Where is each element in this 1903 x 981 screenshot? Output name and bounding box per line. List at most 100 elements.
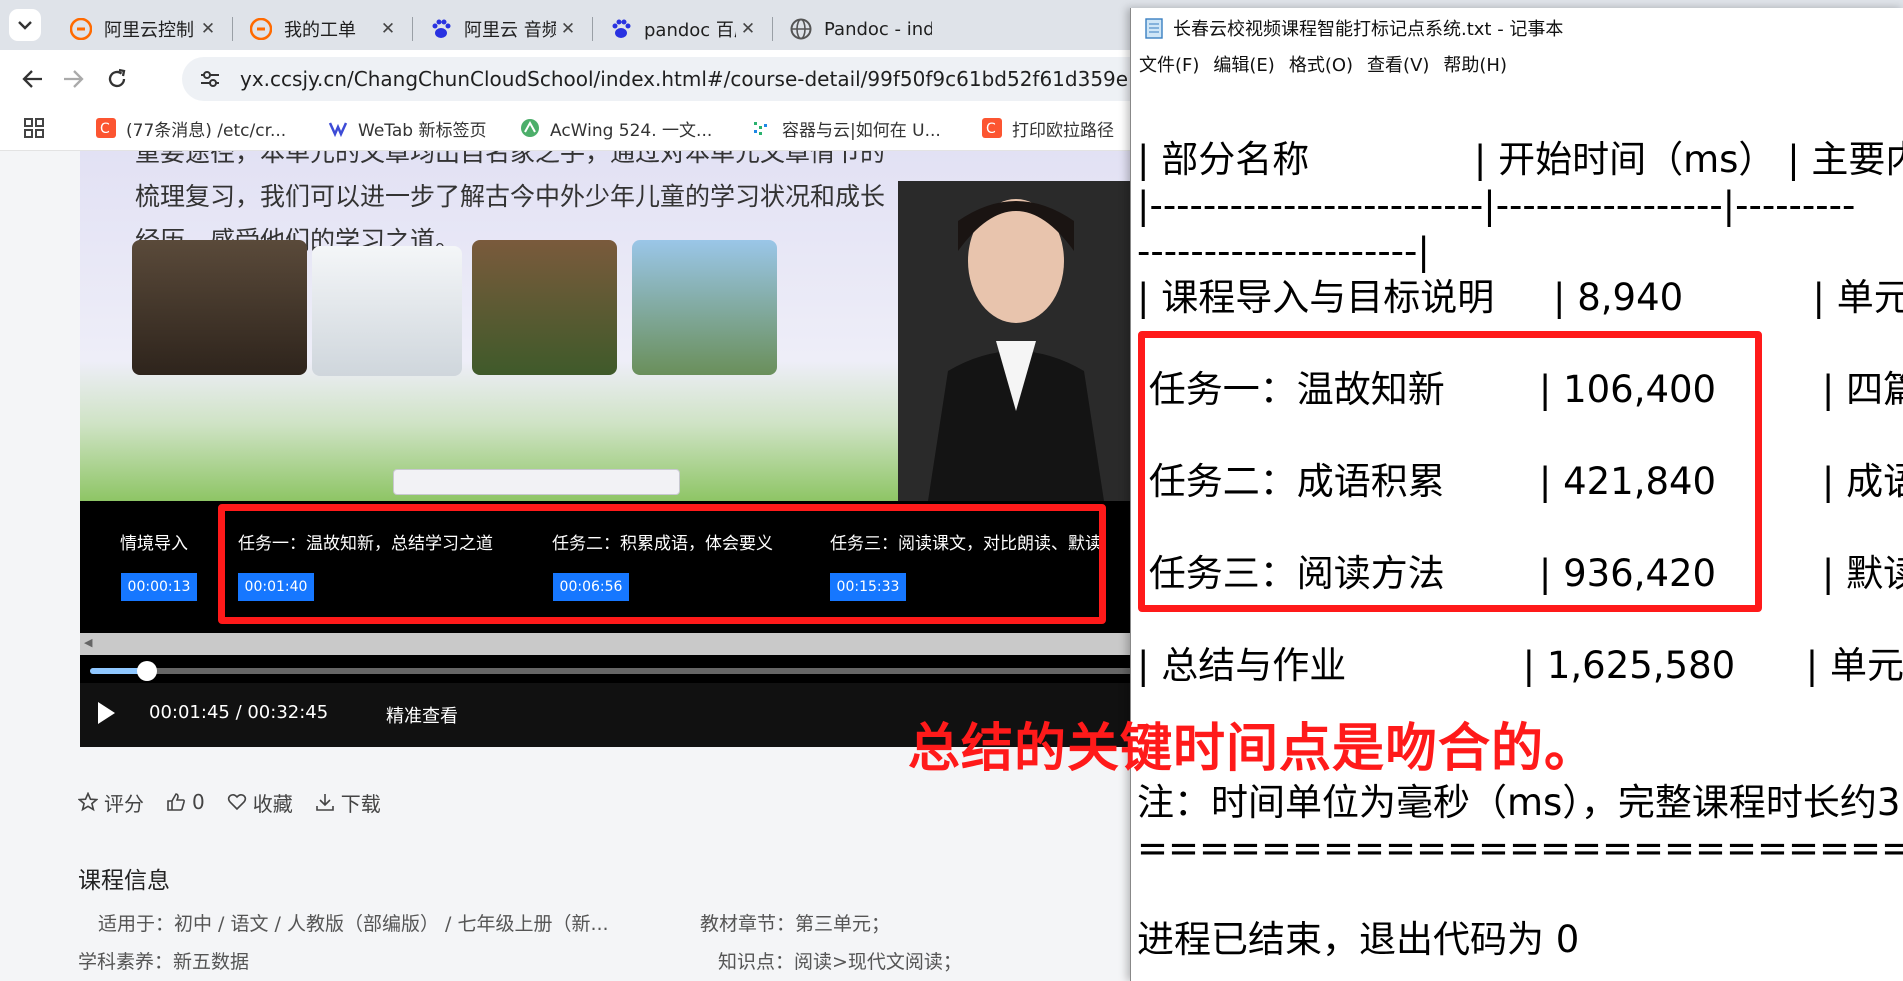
text-line: | 部分名称 | 开始时间（ms） | 主要内容 xyxy=(1137,138,1903,181)
baidu-paw-icon xyxy=(612,19,631,38)
download-label: 下载 xyxy=(340,791,381,816)
svg-text:C: C xyxy=(986,121,996,137)
text-line: 进程已结束，退出代码为 0 xyxy=(1137,918,1580,961)
progress-handle[interactable] xyxy=(137,661,157,681)
aliyun-icon xyxy=(250,18,272,40)
video-frame[interactable]: 重要途径，本单元的文章均出自名家之手，通过对本单元文章情节的 梳理复习，我们可以… xyxy=(80,151,1160,501)
slide-line: 重要途径，本单元的文章均出自名家之手，通过对本单元文章情节的 xyxy=(135,151,886,167)
reload-button[interactable] xyxy=(100,62,134,96)
rate-button[interactable]: 评分 xyxy=(78,788,144,817)
apps-grid-icon xyxy=(24,118,44,138)
literacy-info: 学科素养：新五数据 xyxy=(78,951,250,973)
bookmark-label: 打印欧拉路径 xyxy=(1012,120,1114,141)
apps-button[interactable] xyxy=(24,114,44,142)
close-icon[interactable]: ✕ xyxy=(196,19,220,39)
rate-label: 评分 xyxy=(104,791,144,816)
scroll-left-icon[interactable]: ◀ xyxy=(84,636,100,652)
play-icon[interactable] xyxy=(98,702,115,724)
favorite-button[interactable]: 收藏 xyxy=(227,788,293,817)
tab-label: 我的工单 xyxy=(284,20,356,41)
text-line: |-------------------------|-------------… xyxy=(1137,184,1856,227)
bar-chart-icon xyxy=(754,122,767,135)
close-icon[interactable]: ✕ xyxy=(556,19,580,39)
bookmark-acwing[interactable]: AcWing 524. 一文... xyxy=(520,114,712,142)
text-line: ---------------------| xyxy=(1137,230,1430,273)
bookmark-csdn-etc[interactable]: C (77条消息) /etc/cr... xyxy=(96,114,286,142)
bookmark-label: WeTab 新标签页 xyxy=(358,120,487,141)
slide-image-scholar xyxy=(132,240,307,375)
progress-track[interactable] xyxy=(90,668,1160,674)
star-icon xyxy=(78,792,98,812)
tab-pandoc-index[interactable]: Pandoc - ind xyxy=(772,8,932,50)
slide-image-students xyxy=(632,240,777,375)
text-line: 注：时间单位为毫秒（ms），完整课程时长约32 xyxy=(1137,781,1903,824)
slide-line: 梳理复习，我们可以进一步了解古今中外少年儿童的学习状况和成长 xyxy=(135,182,886,211)
text-line: | 总结与作业 | 1,625,580 | 单元知识 xyxy=(1137,644,1903,687)
chapter-time-button[interactable]: 00:00:13 xyxy=(121,573,197,601)
forward-button[interactable] xyxy=(56,62,90,96)
tab-pandoc-baidu[interactable]: pandoc 百度 ✕ xyxy=(592,8,772,50)
knowledge-info: 知识点：阅读>现代文阅读； xyxy=(718,951,962,973)
slide-annotation-toolbar xyxy=(393,469,680,495)
arrow-left-icon xyxy=(22,70,42,88)
teacher-figure xyxy=(898,181,1160,501)
tab-aliyun-console[interactable]: 阿里云控制台 ✕ xyxy=(52,8,232,50)
menu-help[interactable]: 帮助(H) xyxy=(1443,51,1507,77)
favorite-label: 收藏 xyxy=(252,791,293,816)
aliyun-icon xyxy=(70,18,92,40)
globe-icon xyxy=(790,18,812,40)
menu-view[interactable]: 查看(V) xyxy=(1367,51,1429,77)
slide-image-girl xyxy=(472,240,617,375)
video-player[interactable]: 重要途径，本单元的文章均出自名家之手，通过对本单元文章情节的 梳理复习，我们可以… xyxy=(80,151,1160,747)
slide-image-landscape xyxy=(312,246,462,376)
progress-bar[interactable] xyxy=(80,655,1160,683)
bookmark-euler-path[interactable]: C 打印欧拉路径 xyxy=(982,114,1114,142)
text-line: ================================ xyxy=(1137,827,1903,870)
back-button[interactable] xyxy=(16,62,50,96)
chevron-down-icon xyxy=(18,21,32,30)
like-button[interactable]: 0 xyxy=(166,790,205,814)
tab-aliyun-audio[interactable]: 阿里云 音频文 ✕ xyxy=(412,8,592,50)
chapter-scrollbar[interactable]: ◀ xyxy=(80,633,1160,655)
close-icon[interactable]: ✕ xyxy=(736,19,760,39)
bookmark-label: 容器与云|如何在 U... xyxy=(782,120,941,141)
download-icon xyxy=(315,794,334,811)
menu-format[interactable]: 格式(O) xyxy=(1289,51,1353,77)
tab-label: 阿里云控制台 xyxy=(104,20,196,41)
thumbs-up-icon xyxy=(167,793,185,811)
tab-label: 阿里云 音频文 xyxy=(464,20,556,41)
bookmark-container-cloud[interactable]: 容器与云|如何在 U... xyxy=(752,114,941,142)
menu-file[interactable]: 文件(F) xyxy=(1139,51,1199,77)
precise-view-button[interactable]: 精准查看 xyxy=(386,702,458,728)
site-info-icon[interactable] xyxy=(198,67,222,91)
highlight-box xyxy=(1138,331,1762,612)
heart-icon xyxy=(227,793,246,811)
close-icon[interactable]: ✕ xyxy=(376,19,400,39)
like-count: 0 xyxy=(192,790,205,814)
time-display: 00:01:45 / 00:32:45 xyxy=(149,702,329,723)
notepad-menubar: 文件(F) 编辑(E) 格式(O) 查看(V) 帮助(H) xyxy=(1131,48,1903,80)
wetab-icon xyxy=(328,122,348,138)
baidu-paw-icon xyxy=(432,19,451,38)
bookmark-wetab[interactable]: WeTab 新标签页 xyxy=(328,114,486,142)
highlight-box xyxy=(218,504,1106,624)
url-text[interactable]: yx.ccsjy.cn/ChangChunCloudSchool/index.h… xyxy=(240,67,1128,91)
applicable-info: 适用于：初中 / 语文 / 人教版（部编版） / 七年级上册（新... xyxy=(98,913,609,935)
download-button[interactable]: 下载 xyxy=(315,788,381,817)
browser-window: 阿里云控制台 ✕ 我的工单 ✕ 阿里云 音频文 ✕ pandoc 百度 ✕ Pa… xyxy=(0,0,1903,981)
lesson-slide: 重要途径，本单元的文章均出自名家之手，通过对本单元文章情节的 梳理复习，我们可以… xyxy=(80,151,1160,501)
tab-label: Pandoc - ind xyxy=(824,18,932,40)
menu-edit[interactable]: 编辑(E) xyxy=(1213,51,1274,77)
tab-search-button[interactable] xyxy=(9,9,41,41)
csdn-icon: C xyxy=(982,118,1002,138)
tab-label: pandoc 百度 xyxy=(644,20,736,41)
chapter-info: 教材章节：第三单元； xyxy=(700,913,891,935)
tab-my-tickets[interactable]: 我的工单 ✕ xyxy=(232,8,412,50)
chapter-title[interactable]: 情境导入 xyxy=(120,529,188,554)
arrow-right-icon xyxy=(64,70,84,88)
notepad-icon xyxy=(1145,18,1163,39)
bookmark-label: (77条消息) /etc/cr... xyxy=(126,120,287,141)
acwing-icon xyxy=(521,119,539,137)
notepad-titlebar: 长春云校视频课程智能打标记点系统.txt - 记事本 xyxy=(1131,8,1903,48)
bookmark-label: AcWing 524. 一文... xyxy=(550,120,713,141)
